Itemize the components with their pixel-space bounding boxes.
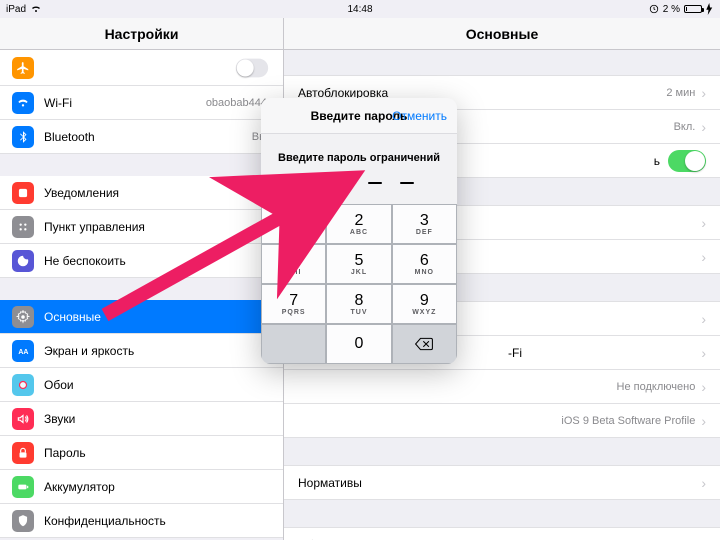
battery-icon (684, 5, 702, 13)
key-8[interactable]: 8TUV (326, 284, 391, 324)
sidebar-item-label: Основные (44, 310, 271, 324)
sidebar-item-label: Аккумулятор (44, 480, 271, 494)
sidebar-item-passcode[interactable]: Пароль (0, 436, 283, 470)
sidebar-item-privacy[interactable]: Конфиденциальность (0, 504, 283, 538)
chevron-right-icon: › (701, 249, 706, 265)
sidebar-item-label: Bluetooth (44, 130, 252, 144)
sidebar-item-label: Конфиденциальность (44, 514, 271, 528)
sidebar-item-display[interactable]: AA Экран и яркость (0, 334, 283, 368)
rotation-lock-icon (649, 4, 659, 14)
row-profile[interactable]: iOS 9 Beta Software Profile › (284, 403, 720, 438)
key-5[interactable]: 5JKL (326, 244, 391, 284)
charging-icon (706, 3, 714, 15)
sidebar-item-label: Обои (44, 378, 271, 392)
detail-title: Основные (284, 18, 720, 50)
sidebar-item-dnd[interactable]: Не беспокоить (0, 244, 283, 278)
dnd-icon (12, 250, 34, 272)
cancel-button[interactable]: Отменить (392, 109, 447, 123)
chevron-right-icon: › (701, 379, 706, 395)
chevron-right-icon: › (701, 119, 706, 135)
airplane-icon (12, 57, 34, 79)
key-9[interactable]: 9WXYZ (392, 284, 457, 324)
passcode-modal: Введите пароль Отменить Введите пароль о… (261, 98, 457, 364)
sidebar-item-notifications[interactable]: Уведомления (0, 176, 283, 210)
modal-prompt: Введите пароль ограничений (271, 152, 447, 164)
wallpaper-icon (12, 374, 34, 396)
sidebar-item-label: Экран и яркость (44, 344, 271, 358)
sidebar-item-bluetooth[interactable]: Bluetooth Вы (0, 120, 283, 154)
device-label: iPad (6, 4, 26, 15)
wifi-icon (12, 92, 34, 114)
sounds-icon (12, 408, 34, 430)
sidebar-title: Настройки (0, 18, 283, 50)
numeric-keypad: 1 2ABC 3DEF 4GHI 5JKL 6MNO 7PQRS 8TUV 9W… (261, 204, 457, 364)
restrictions-toggle[interactable] (668, 150, 706, 172)
bluetooth-icon (12, 126, 34, 148)
sidebar-item-value: obaobab444 (206, 97, 267, 109)
row-reset[interactable]: Сброс › (284, 527, 720, 540)
sidebar-item-airplane[interactable] (0, 50, 283, 86)
sidebar-item-label: Уведомления (44, 186, 271, 200)
battery-icon (12, 476, 34, 498)
notifications-icon (12, 182, 34, 204)
row-vpn[interactable]: Не подключено › (284, 369, 720, 404)
status-bar: iPad 14:48 2 % (0, 0, 720, 18)
sidebar-item-label: Пароль (44, 446, 271, 460)
key-3[interactable]: 3DEF (392, 204, 457, 244)
control-center-icon (12, 216, 34, 238)
sidebar-item-label: Пункт управления (44, 220, 271, 234)
row-value: iOS 9 Beta Software Profile (561, 415, 695, 427)
sidebar-item-wallpaper[interactable]: Обои (0, 368, 283, 402)
backspace-icon (414, 337, 434, 351)
row-value: Не подключено (617, 381, 696, 393)
row-regulatory[interactable]: Нормативы › (284, 465, 720, 500)
key-2[interactable]: 2ABC (326, 204, 391, 244)
sidebar-item-label: Не беспокоить (44, 254, 271, 268)
sidebar-item-general[interactable]: Основные (0, 300, 283, 334)
chevron-right-icon: › (701, 413, 706, 429)
chevron-right-icon: › (701, 345, 706, 361)
display-icon: AA (12, 340, 34, 362)
passcode-slot (304, 182, 318, 184)
status-right: 2 % (649, 3, 714, 15)
status-time: 14:48 (347, 4, 372, 15)
row-label: Нормативы (298, 476, 701, 490)
wifi-icon (30, 5, 42, 13)
privacy-icon (12, 510, 34, 532)
sidebar-item-label: Wi-Fi (44, 96, 206, 110)
svg-text:AA: AA (18, 348, 28, 355)
sidebar: Настройки Wi-Fi obaobab444 Bluetooth Вы … (0, 18, 284, 540)
key-4[interactable]: 4GHI (261, 244, 326, 284)
modal-header: Введите пароль Отменить (261, 98, 457, 134)
lock-icon (12, 442, 34, 464)
passcode-slot (336, 182, 350, 184)
sidebar-item-battery[interactable]: Аккумулятор (0, 470, 283, 504)
sidebar-item-wifi[interactable]: Wi-Fi obaobab444 (0, 86, 283, 120)
row-value: Вкл. (674, 121, 696, 133)
chevron-right-icon: › (701, 215, 706, 231)
chevron-right-icon: › (701, 311, 706, 327)
key-0[interactable]: 0 (326, 324, 391, 364)
key-6[interactable]: 6MNO (392, 244, 457, 284)
passcode-dashes (271, 182, 447, 184)
passcode-slot (400, 182, 414, 184)
sidebar-item-label: Звуки (44, 412, 271, 426)
sidebar-item-sounds[interactable]: Звуки (0, 402, 283, 436)
chevron-right-icon: › (701, 537, 706, 540)
status-left: iPad (6, 4, 42, 15)
passcode-slot (368, 182, 382, 184)
key-backspace[interactable] (392, 324, 457, 364)
gear-icon (12, 306, 34, 328)
row-value: 2 мин (666, 87, 695, 99)
key-7[interactable]: 7PQRS (261, 284, 326, 324)
battery-pct: 2 % (663, 4, 680, 15)
chevron-right-icon: › (701, 85, 706, 101)
airplane-toggle[interactable] (236, 58, 268, 77)
key-blank (261, 324, 326, 364)
key-1[interactable]: 1 (261, 204, 326, 244)
chevron-right-icon: › (701, 475, 706, 491)
sidebar-item-control-center[interactable]: Пункт управления (0, 210, 283, 244)
